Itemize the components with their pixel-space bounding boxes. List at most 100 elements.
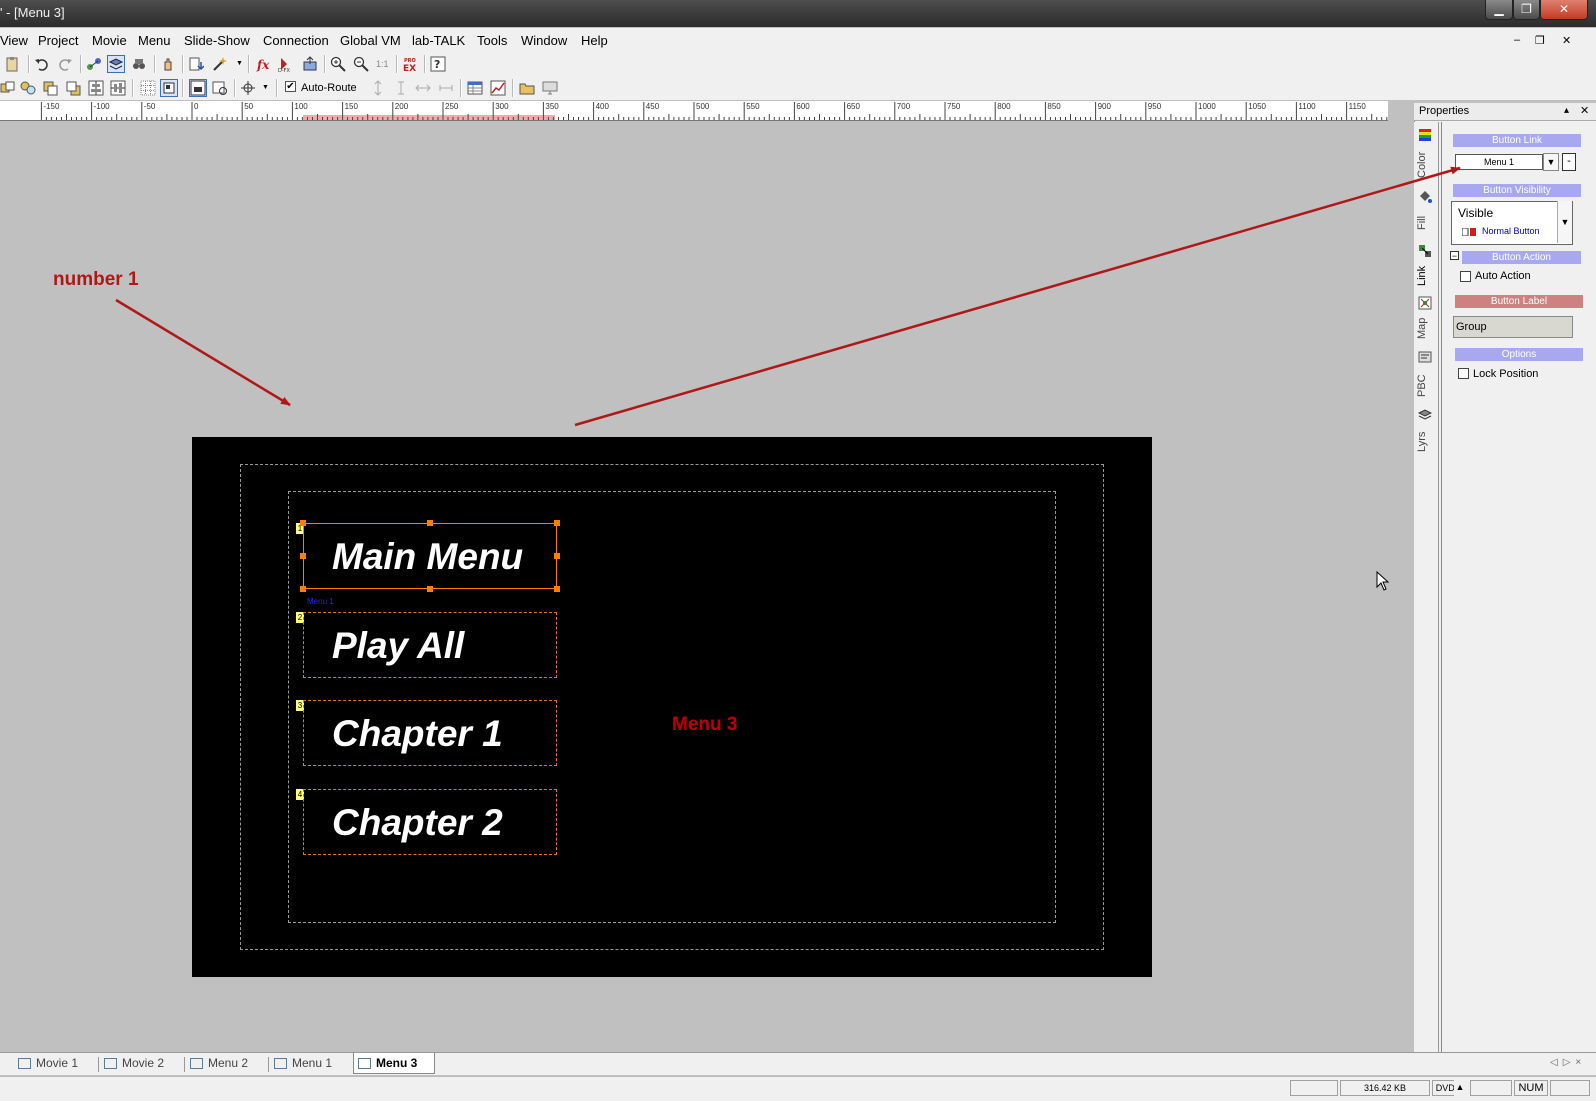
- menu-connection[interactable]: Connection: [263, 33, 329, 48]
- space-h-icon[interactable]: [438, 80, 454, 96]
- resize-handle[interactable]: [427, 520, 433, 526]
- tab-map[interactable]: Map: [1416, 312, 1436, 344]
- zoom-in-icon[interactable]: [330, 56, 346, 72]
- button-visibility-select[interactable]: Visible Normal Button: [1451, 201, 1573, 245]
- menu-tools[interactable]: Tools: [477, 33, 507, 48]
- status-cell-empty: [1470, 1080, 1512, 1096]
- tab-pbc[interactable]: PBC: [1416, 366, 1436, 406]
- tab-menu-2[interactable]: Menu 2: [186, 1056, 266, 1073]
- menu-movie[interactable]: Movie: [92, 33, 127, 48]
- resize-handle[interactable]: [554, 586, 560, 592]
- button-label-input[interactable]: Group: [1453, 316, 1573, 338]
- menu-help[interactable]: Help: [581, 33, 608, 48]
- layers-icon[interactable]: [107, 55, 125, 73]
- menu-window[interactable]: Window: [521, 33, 567, 48]
- safe-area-icon[interactable]: [189, 79, 207, 97]
- undo-icon[interactable]: [34, 56, 50, 72]
- redo-icon[interactable]: [57, 56, 73, 72]
- project-size: 316.42 KB: [1340, 1080, 1430, 1096]
- button-link-select[interactable]: Menu 1: [1455, 154, 1543, 170]
- chevron-down-icon[interactable]: ▼: [1543, 153, 1559, 171]
- unlink-button[interactable]: -: [1562, 153, 1576, 171]
- resize-handle[interactable]: [300, 586, 306, 592]
- tab-menu-3[interactable]: Menu 3: [353, 1053, 435, 1074]
- binoculars-icon[interactable]: [131, 56, 147, 72]
- menu-button-main-menu[interactable]: Main Menu: [303, 523, 557, 589]
- send-back-icon[interactable]: [65, 80, 81, 96]
- pin-icon[interactable]: ▴: [1564, 105, 1569, 116]
- mdi-close-button[interactable]: ✕: [1562, 34, 1571, 47]
- menu-lab-talk[interactable]: lab-TALK: [412, 33, 465, 48]
- magic-wand-icon[interactable]: [211, 56, 227, 72]
- resize-handle[interactable]: [554, 520, 560, 526]
- tab-movie-1[interactable]: Movie 1: [14, 1056, 96, 1073]
- auto-route-checkbox[interactable]: ✔: [285, 81, 296, 92]
- tab-navigation[interactable]: ◁▷×: [1550, 1057, 1586, 1068]
- preview-icon[interactable]: [212, 80, 228, 96]
- ruler-label: 100: [294, 102, 308, 111]
- chevron-down-icon[interactable]: ▼: [262, 84, 269, 91]
- snap-icon[interactable]: [160, 79, 178, 97]
- ruler-label: 600: [796, 102, 810, 111]
- align-center-icon[interactable]: [88, 80, 104, 96]
- table-icon[interactable]: [467, 80, 483, 96]
- tab-link[interactable]: Link: [1416, 260, 1436, 292]
- align-middle-icon[interactable]: [110, 80, 126, 96]
- menu-preview-area[interactable]: 1 Main Menu Menu 1 2 Play All 3 Chapter …: [192, 437, 1152, 977]
- arrange-icon[interactable]: [0, 80, 16, 96]
- menu-button-chapter-2[interactable]: Chapter 2: [303, 789, 557, 855]
- distribute-h-icon[interactable]: [415, 80, 431, 96]
- properties-close-icon[interactable]: ✕: [1580, 104, 1589, 117]
- menu-global-vm[interactable]: Global VM: [340, 33, 401, 48]
- close-button[interactable]: ✕: [1540, 0, 1588, 20]
- export-icon[interactable]: [302, 56, 318, 72]
- tab-menu-1[interactable]: Menu 1: [270, 1056, 350, 1073]
- resize-handle[interactable]: [554, 553, 560, 559]
- maximize-button[interactable]: ❐: [1513, 0, 1540, 20]
- menu-view[interactable]: View: [0, 33, 28, 48]
- zoom-1-1-button[interactable]: 1:1: [376, 59, 389, 69]
- menu-button-chapter-1[interactable]: Chapter 1: [303, 700, 557, 766]
- connect-icon[interactable]: [86, 56, 102, 72]
- pro-ex-icon[interactable]: PRO EX: [402, 56, 418, 72]
- tab-movie-2[interactable]: Movie 2: [100, 1056, 182, 1073]
- resize-handle[interactable]: [300, 553, 306, 559]
- menu-slide-show[interactable]: Slide-Show: [184, 33, 250, 48]
- chevron-down-icon[interactable]: ▼: [236, 60, 243, 67]
- space-v-icon[interactable]: [393, 80, 409, 96]
- mdi-minimize-button[interactable]: –: [1514, 34, 1520, 46]
- grid-icon[interactable]: [140, 80, 156, 96]
- monitor-icon[interactable]: [542, 80, 558, 96]
- dfx-icon[interactable]: D-FX: [278, 56, 294, 72]
- menu-project[interactable]: Project: [38, 33, 78, 48]
- chart-icon[interactable]: [490, 80, 506, 96]
- import-icon[interactable]: [188, 56, 204, 72]
- group-icon[interactable]: [20, 80, 36, 96]
- resize-handle[interactable]: [427, 586, 433, 592]
- tab-color[interactable]: Color: [1416, 144, 1436, 186]
- collapse-icon[interactable]: −: [1450, 251, 1459, 261]
- distribute-v-icon[interactable]: [370, 80, 386, 96]
- bring-front-icon[interactable]: [42, 80, 58, 96]
- fx-icon[interactable]: fx: [256, 56, 272, 72]
- menu-menu[interactable]: Menu: [138, 33, 171, 48]
- minimize-button[interactable]: ▁: [1485, 0, 1513, 20]
- tab-fill[interactable]: Fill: [1416, 206, 1436, 240]
- mdi-restore-button[interactable]: ❐: [1535, 34, 1545, 47]
- chevron-down-icon[interactable]: ▼: [1557, 201, 1572, 243]
- lock-position-checkbox[interactable]: [1458, 368, 1469, 379]
- resize-handle[interactable]: [300, 520, 306, 526]
- auto-action-checkbox[interactable]: [1460, 271, 1471, 282]
- tab-lyrs[interactable]: Lyrs: [1416, 424, 1436, 460]
- menu-editor-canvas[interactable]: number 1 1 Main Menu Menu 1 2 Play All 3…: [0, 121, 1390, 1051]
- menu-button-play-all[interactable]: Play All: [303, 612, 557, 678]
- help-icon[interactable]: ?: [430, 56, 446, 72]
- button-link-header: Button Link: [1453, 134, 1581, 147]
- hand-icon[interactable]: [160, 56, 176, 72]
- ruler-label: -150: [43, 102, 60, 111]
- paste-icon[interactable]: [4, 56, 20, 72]
- disc-type-arrow[interactable]: ▲: [1454, 1080, 1466, 1096]
- crosshair-icon[interactable]: [240, 80, 256, 96]
- zoom-out-icon[interactable]: [353, 56, 369, 72]
- open-folder-icon[interactable]: [519, 80, 535, 96]
